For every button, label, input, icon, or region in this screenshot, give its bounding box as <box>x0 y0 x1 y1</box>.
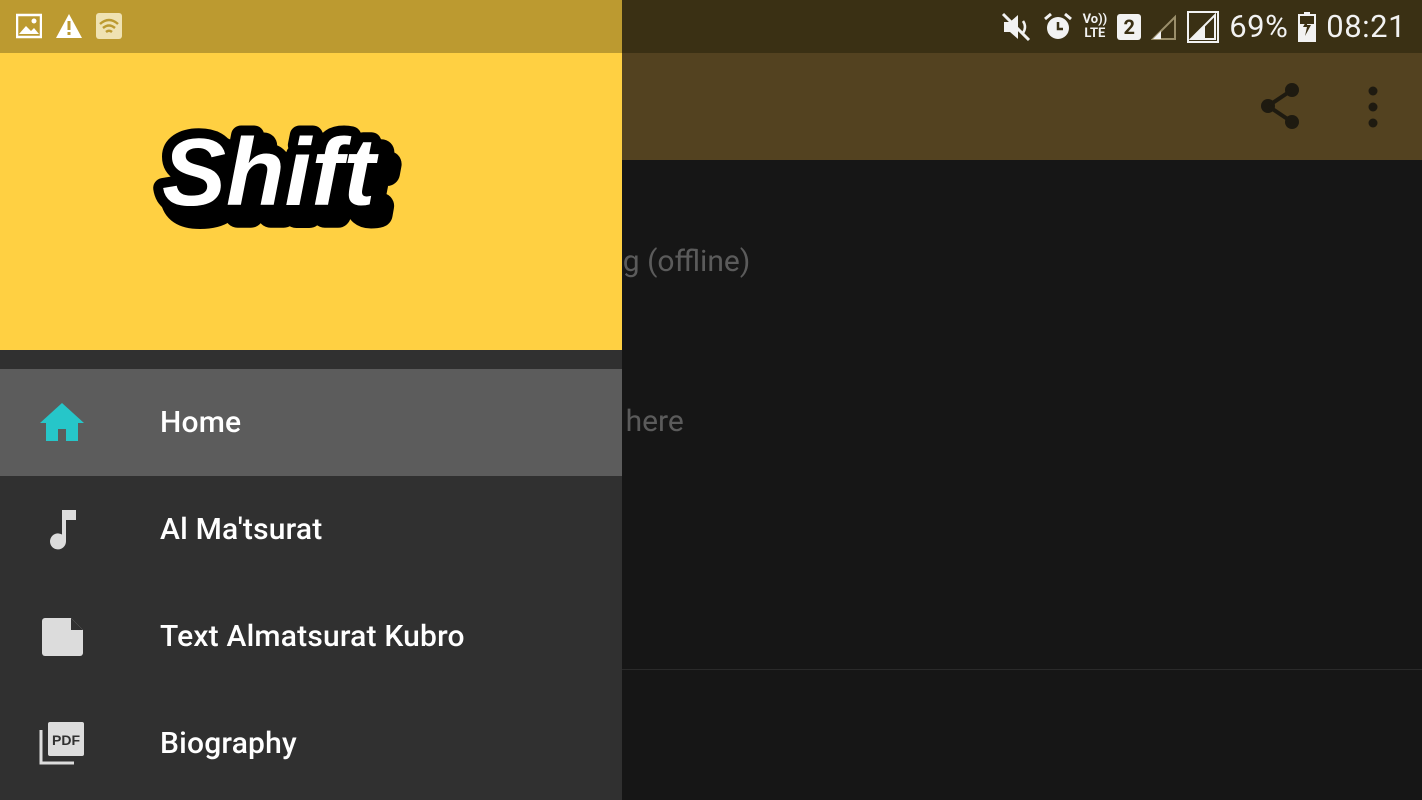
warning-icon <box>56 14 82 38</box>
alarm-icon <box>1043 12 1072 39</box>
music-note-icon <box>50 509 76 549</box>
drawer-menu: Home Al Ma'tsurat Text Almatsurat Kubro … <box>0 369 622 797</box>
drawer-item-label: Home <box>160 405 242 440</box>
volte-label-top: Vo)) <box>1082 11 1108 27</box>
wifi-calling-icon <box>96 13 122 39</box>
clock: 08:21 <box>1326 8 1406 45</box>
drawer-item-label: Text Almatsurat Kubro <box>160 619 465 654</box>
battery-percent: 69% <box>1229 8 1289 45</box>
drawer-status-strip <box>0 0 622 53</box>
note-icon <box>42 617 83 656</box>
home-icon <box>40 402 84 441</box>
drawer-item-home[interactable]: Home <box>0 369 622 476</box>
drawer-item-biography[interactable]: PDF Biography <box>0 690 622 797</box>
more-vert-icon[interactable] <box>1362 85 1384 129</box>
drawer-item-al-matsurat[interactable]: Al Ma'tsurat <box>0 476 622 583</box>
drawer-item-text-almatsurat-kubro[interactable]: Text Almatsurat Kubro <box>0 583 622 690</box>
battery-charging-icon <box>1298 11 1317 42</box>
logo-text: Shift <box>162 119 379 226</box>
mute-icon <box>1001 12 1030 41</box>
navigation-drawer: Shift Shift Shift Home Al Ma'tsurat Text… <box>0 0 622 800</box>
image-icon <box>16 13 42 39</box>
drawer-item-label: Al Ma'tsurat <box>160 512 323 547</box>
signal-icon <box>1151 14 1177 40</box>
drawer-header: Shift Shift Shift <box>0 53 622 350</box>
signal-icon <box>1187 10 1220 43</box>
drawer-item-label: Biography <box>160 726 297 761</box>
status-bar-right: Vo)) LTE 2 69% 08:21 <box>1001 0 1406 53</box>
volte-icon: Vo)) LTE <box>1082 11 1108 41</box>
sim-2-icon: 2 <box>1117 13 1142 40</box>
shift-logo: Shift Shift Shift <box>152 109 402 245</box>
svg-text:PDF: PDF <box>52 732 80 748</box>
pdf-icon: PDF <box>39 721 84 764</box>
volte-label-bottom: LTE <box>1084 25 1106 41</box>
share-icon[interactable] <box>1258 81 1302 131</box>
